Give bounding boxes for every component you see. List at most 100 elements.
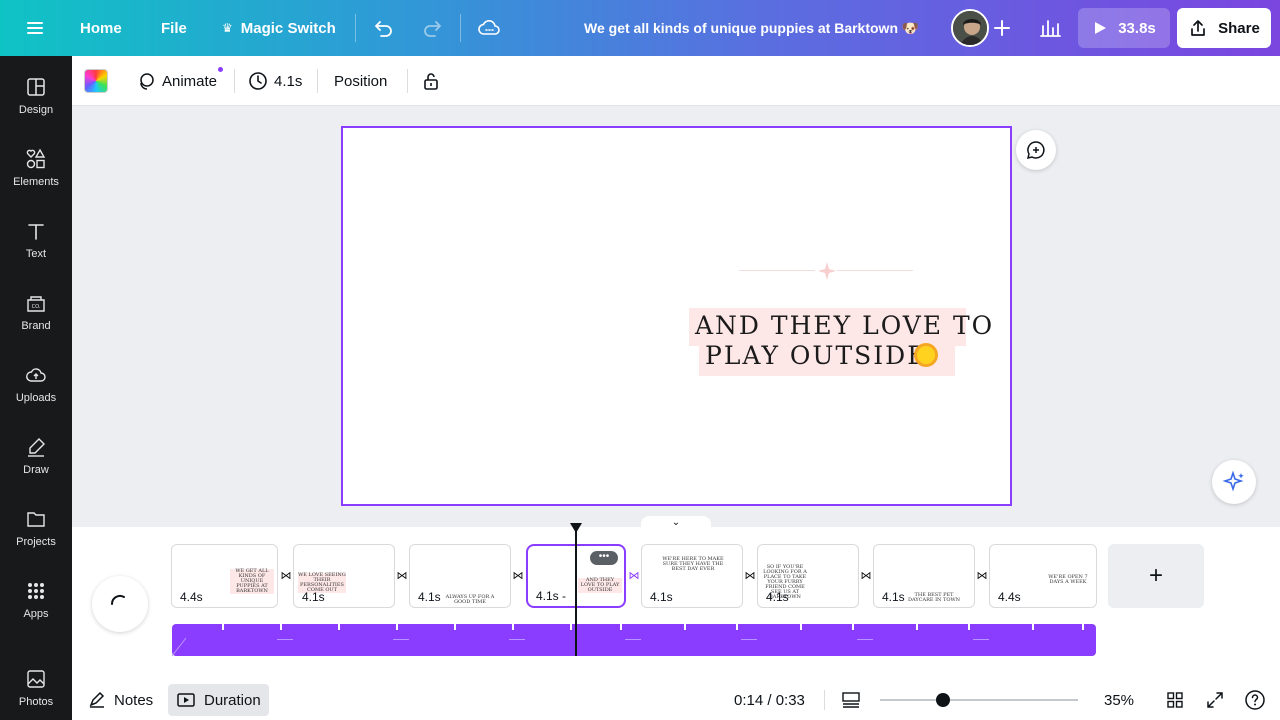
comment-icon xyxy=(1026,141,1045,160)
sidebar-item-projects[interactable]: Projects xyxy=(0,504,72,560)
brand-icon: CO. xyxy=(27,296,45,312)
document-title[interactable]: We get all kinds of unique puppies at Ba… xyxy=(584,0,919,56)
projects-icon xyxy=(27,512,45,527)
home-button[interactable]: Home xyxy=(80,0,122,56)
duration-label: Duration xyxy=(204,691,261,709)
collapse-timeline-button[interactable]: ⌄ xyxy=(641,516,711,530)
sidebar-item-text[interactable]: Text xyxy=(0,216,72,272)
zoom-slider-thumb[interactable] xyxy=(936,693,950,707)
footer-bar: Notes Duration 0:14 / 0:33 35% xyxy=(72,680,1280,720)
page-options-icon[interactable]: ••• xyxy=(590,551,618,565)
page-preview-text: WE GET ALL KINDS OF UNIQUE PUPPIES AT BA… xyxy=(230,569,274,594)
transition-icon[interactable]: ⋈ xyxy=(859,570,873,582)
insights-icon[interactable] xyxy=(1038,0,1062,56)
duration-icon xyxy=(177,693,195,707)
draw-icon xyxy=(28,438,45,457)
divider xyxy=(234,69,235,93)
timeline-page[interactable]: WE GET ALL KINDS OF UNIQUE PUPPIES AT BA… xyxy=(171,544,278,608)
sidebar-item-label: Elements xyxy=(13,176,59,188)
magic-assistant-button[interactable] xyxy=(1212,460,1256,504)
divider xyxy=(824,690,825,710)
timing-label: 4.1s xyxy=(274,72,303,90)
sidebar-item-label: Apps xyxy=(23,608,49,620)
sidebar-item-label: Draw xyxy=(23,464,49,476)
position-button[interactable]: Position xyxy=(334,56,387,106)
add-collaborator-icon[interactable] xyxy=(990,0,1014,56)
transition-icon[interactable]: ⋈ xyxy=(279,570,293,582)
page-duration: 4.1s xyxy=(882,590,905,604)
redo-icon[interactable] xyxy=(421,0,443,56)
timing-button[interactable]: 4.1s xyxy=(248,56,302,106)
play-button[interactable]: 33.8s xyxy=(1078,8,1170,48)
timeline-page[interactable]: WE LOVE SEEING THEIR PERSONALITIES COME … xyxy=(293,544,395,608)
fullscreen-icon[interactable] xyxy=(1206,680,1224,720)
magic-switch-button[interactable]: ♛ Magic Switch xyxy=(222,0,336,56)
timeline-page[interactable]: WE'RE HERE TO MAKE SURE THEY HAVE THE BE… xyxy=(641,544,743,608)
page-duration: 4.1s xyxy=(302,590,325,604)
sidebar-item-draw[interactable]: Draw xyxy=(0,432,72,488)
sidebar-item-label: Projects xyxy=(16,536,56,548)
transition-icon[interactable]: ⋈ xyxy=(975,570,989,582)
zoom-slider[interactable] xyxy=(880,693,1078,707)
svg-text:CO.: CO. xyxy=(32,304,41,310)
play-duration: 33.8s xyxy=(1118,19,1156,37)
slide-heading-line1[interactable]: AND THEY LOVE TO xyxy=(695,311,994,340)
file-menu[interactable]: File xyxy=(161,0,187,56)
page-view-icon[interactable] xyxy=(840,680,862,720)
audio-track[interactable] xyxy=(172,624,1096,656)
duration-button[interactable]: Duration xyxy=(168,684,269,716)
page-duration: 4.1s xyxy=(766,590,789,604)
sidebar-item-brand[interactable]: CO. Brand xyxy=(0,288,72,344)
divider-line-left xyxy=(739,270,815,271)
grid-view-icon[interactable] xyxy=(1166,680,1184,720)
slide-heading-line2[interactable]: PLAY OUTSIDE xyxy=(705,341,927,370)
timeline-page[interactable]: THE BEST PET DAYCARE IN TOWN 4.1s xyxy=(873,544,975,608)
plus-icon: + xyxy=(1148,562,1163,589)
top-bar: Home File ♛ Magic Switch We get all kind… xyxy=(0,0,1280,56)
sidebar-item-apps[interactable]: Apps xyxy=(0,576,72,632)
menu-icon[interactable] xyxy=(24,0,46,56)
color-picker-button[interactable] xyxy=(84,56,108,106)
notes-button[interactable]: Notes xyxy=(88,680,153,720)
lock-icon[interactable] xyxy=(422,56,440,106)
transition-icon[interactable]: ⋈ xyxy=(395,570,409,582)
share-icon xyxy=(1191,20,1205,36)
add-page-button[interactable]: + xyxy=(1108,544,1204,608)
audio-waveform xyxy=(172,624,1084,656)
divider xyxy=(317,69,318,93)
undo-icon[interactable] xyxy=(373,0,395,56)
color-swatch-icon xyxy=(84,69,108,93)
timeline-page[interactable]: ALWAYS UP FOR A GOOD TIME 4.1s xyxy=(409,544,511,608)
cloud-save-icon[interactable] xyxy=(477,0,501,56)
sidebar-item-photos[interactable]: Photos xyxy=(0,664,72,720)
animate-button[interactable]: Animate xyxy=(136,56,224,106)
transition-icon[interactable]: ⋈ xyxy=(743,570,757,582)
clock-icon xyxy=(249,72,267,90)
avatar[interactable] xyxy=(951,9,989,47)
animate-label: Animate xyxy=(162,72,218,90)
playback-time: 0:14 / 0:33 xyxy=(734,691,805,709)
text-icon xyxy=(28,224,44,240)
help-icon[interactable] xyxy=(1244,680,1266,720)
design-canvas[interactable]: AND THEY LOVE TO PLAY OUTSIDE xyxy=(341,126,1012,506)
notes-icon xyxy=(89,691,105,708)
transition-icon[interactable]: ⋈ xyxy=(627,570,641,582)
divider xyxy=(355,14,356,42)
comment-button[interactable] xyxy=(1016,130,1056,170)
sidebar-item-elements[interactable]: Elements xyxy=(0,144,72,200)
notification-dot xyxy=(218,67,224,72)
play-icon xyxy=(1095,22,1107,34)
page-duration: 4.4s xyxy=(180,590,203,604)
share-label: Share xyxy=(1218,19,1260,37)
divider xyxy=(407,69,408,93)
zoom-level[interactable]: 35% xyxy=(1104,680,1134,720)
playhead[interactable] xyxy=(575,530,577,656)
timeline-page[interactable]: WE'RE OPEN 7 DAYS A WEEK 4.4s xyxy=(989,544,1097,608)
timeline-page[interactable]: SO IF YOU'RE LOOKING FOR A PLACE TO TAKE… xyxy=(757,544,859,608)
sparkle-magic-icon xyxy=(1222,470,1244,492)
transition-icon[interactable]: ⋈ xyxy=(511,570,525,582)
sidebar-item-design[interactable]: Design xyxy=(0,72,72,128)
sidebar-item-uploads[interactable]: Uploads xyxy=(0,360,72,416)
share-button[interactable]: Share xyxy=(1177,8,1271,48)
playhead-handle-icon[interactable] xyxy=(569,522,583,534)
